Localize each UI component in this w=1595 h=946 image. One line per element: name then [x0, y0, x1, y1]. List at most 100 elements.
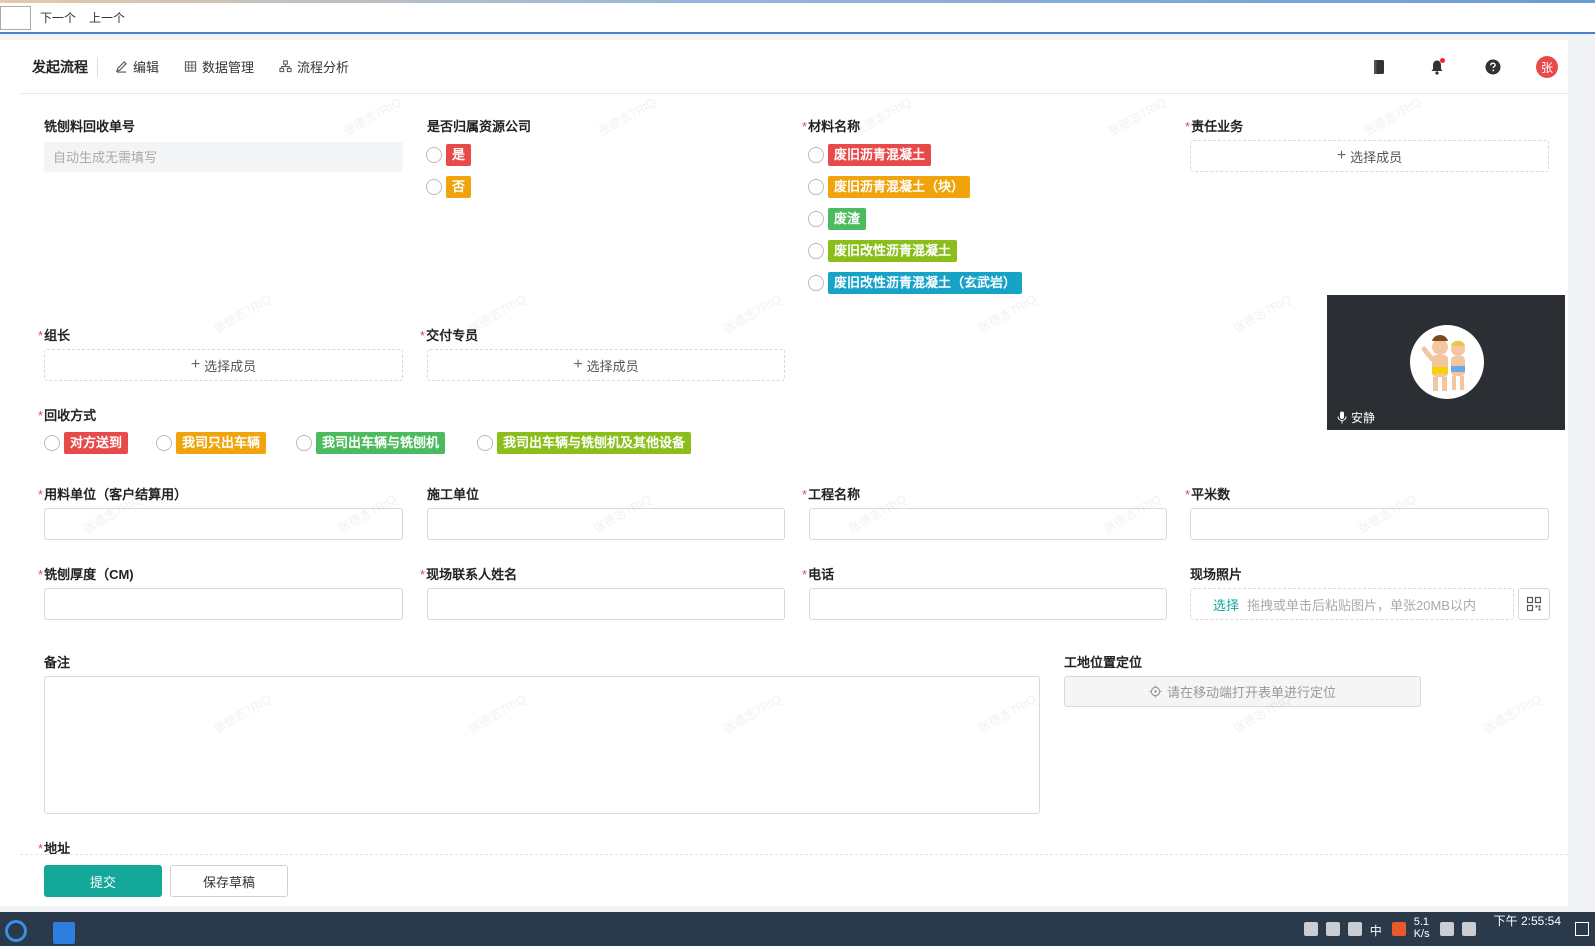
order-no-label: 铣刨料回收单号: [44, 119, 136, 134]
area-input[interactable]: [1190, 508, 1549, 540]
mic-icon: [1337, 411, 1347, 424]
qrcode-button[interactable]: [1518, 588, 1550, 620]
phone-input[interactable]: [809, 588, 1167, 620]
find-prev-button[interactable]: 上一个: [89, 9, 125, 26]
radio-material-5[interactable]: [808, 275, 824, 291]
help-icon[interactable]: [1484, 58, 1502, 76]
remark-label: 备注: [44, 655, 71, 670]
belong-label: 是否归属资源公司: [427, 119, 532, 134]
radio-recycle-3[interactable]: [296, 435, 312, 451]
plus-icon: +: [1336, 147, 1347, 164]
nav-flow-analysis[interactable]: 流程分析: [279, 57, 349, 76]
location-button[interactable]: 请在移动端打开表单进行定位: [1064, 676, 1421, 707]
project-input[interactable]: [809, 508, 1167, 540]
form-body: 铣刨料回收单号 自动生成无需填写 是否归属资源公司 是 否 *材料名称 废旧沥青…: [20, 94, 1568, 856]
photo-upload-hint: 拖拽或单击后粘贴图片，单张20MB以内: [1247, 597, 1476, 613]
material-option-5[interactable]: 废旧改性沥青混凝土（玄武岩）: [808, 272, 1023, 294]
radio-material-2[interactable]: [808, 179, 824, 195]
material-option-1[interactable]: 废旧沥青混凝土: [808, 144, 932, 166]
thickness-label: *铣刨厚度（CM): [38, 567, 134, 582]
radio-yes[interactable]: [426, 147, 442, 163]
tray-icon-a[interactable]: [1439, 922, 1454, 936]
page-title: 发起流程: [32, 56, 98, 77]
system-tray: 中 5.1 K/s 下午 2:55:54: [1303, 912, 1595, 946]
submit-button[interactable]: 提交: [44, 865, 162, 897]
tag-material-4: 废旧改性沥青混凝土: [828, 240, 958, 262]
flow-icon: [279, 60, 292, 73]
photo-choose-link[interactable]: 选择: [1213, 595, 1239, 614]
video-call-window[interactable]: 安静: [1327, 295, 1565, 430]
field-area: *平米数: [1185, 486, 1230, 504]
leader-select-member-button[interactable]: + 选择成员: [44, 349, 403, 381]
recycle-option-4[interactable]: 我司出车辆与铣刨机及其他设备: [477, 432, 692, 454]
app-taskbar-icon[interactable]: [53, 922, 75, 944]
plus-icon: +: [573, 356, 583, 373]
radio-recycle-2[interactable]: [156, 435, 172, 451]
field-material: *材料名称: [802, 118, 860, 136]
belong-option-no[interactable]: 否: [426, 176, 472, 198]
header-actions: 张: [1370, 40, 1568, 94]
field-constructor: 施工单位: [427, 486, 479, 504]
tag-recycle-1: 对方送到: [64, 432, 129, 454]
field-remark: 备注: [44, 654, 70, 672]
find-bar: 下一个 上一个: [0, 3, 1595, 34]
edit-icon: [115, 61, 127, 73]
recycle-option-3[interactable]: 我司出车辆与铣刨机: [296, 432, 446, 454]
app-tray-icon[interactable]: [1391, 922, 1406, 936]
nav-edit-label: 编辑: [133, 60, 160, 75]
radio-material-3[interactable]: [808, 211, 824, 227]
show-desktop-icon[interactable]: [1575, 922, 1589, 936]
field-project: *工程名称: [802, 486, 860, 504]
area-label: *平米数: [1185, 487, 1231, 502]
form-footer: 提交 保存草稿: [20, 854, 1568, 906]
plus-icon: +: [190, 356, 201, 373]
nav-edit[interactable]: 编辑: [115, 57, 159, 76]
radio-no[interactable]: [426, 179, 442, 195]
delivery-select-member-button[interactable]: + 选择成员: [427, 349, 785, 381]
radio-material-4[interactable]: [808, 243, 824, 259]
material-option-4[interactable]: 废旧改性沥青混凝土: [808, 240, 958, 262]
start-icon[interactable]: [5, 920, 27, 942]
bell-icon[interactable]: [1428, 58, 1446, 76]
taskbar: 中 5.1 K/s 下午 2:55:54: [0, 912, 1595, 946]
find-input[interactable]: [0, 5, 31, 30]
customer-input[interactable]: [44, 508, 403, 540]
project-label: *工程名称: [802, 487, 861, 502]
ime-indicator[interactable]: 中: [1370, 922, 1382, 939]
battery-icon[interactable]: [1325, 922, 1340, 936]
save-draft-button[interactable]: 保存草稿: [170, 865, 288, 897]
recycle-option-1[interactable]: 对方送到: [44, 432, 129, 454]
radio-material-1[interactable]: [808, 147, 824, 163]
tray-icon-b[interactable]: [1461, 922, 1476, 936]
constructor-input[interactable]: [427, 508, 785, 540]
network-icon[interactable]: [1303, 922, 1318, 936]
table-icon: [184, 61, 197, 72]
field-order-no: 铣刨料回收单号: [44, 118, 135, 136]
qrcode-icon: [1526, 596, 1542, 612]
radio-recycle-4[interactable]: [477, 435, 493, 451]
remark-textarea[interactable]: [44, 676, 1040, 814]
volume-icon[interactable]: [1347, 922, 1362, 936]
recycle-label: *回收方式: [38, 408, 97, 423]
radio-recycle-1[interactable]: [44, 435, 60, 451]
material-option-3[interactable]: 废渣: [808, 208, 867, 230]
belong-option-yes[interactable]: 是: [426, 144, 472, 166]
photo-upload-area[interactable]: 选择 拖拽或单击后粘贴图片，单张20MB以内: [1190, 588, 1514, 620]
find-next-button[interactable]: 下一个: [40, 9, 76, 26]
book-icon[interactable]: [1370, 58, 1388, 76]
phone-label: *电话: [802, 567, 835, 582]
tag-material-2: 废旧沥青混凝土（块）: [828, 176, 971, 198]
constructor-label: 施工单位: [427, 487, 480, 502]
field-belong: 是否归属资源公司: [427, 118, 531, 136]
avatar[interactable]: 张: [1536, 56, 1558, 78]
thickness-input[interactable]: [44, 588, 403, 620]
contact-input[interactable]: [427, 588, 785, 620]
nav-data-management[interactable]: 数据管理: [184, 57, 254, 76]
recycle-option-2[interactable]: 我司只出车辆: [156, 432, 267, 454]
tag-recycle-2: 我司只出车辆: [176, 432, 267, 454]
duty-label: *责任业务: [1185, 119, 1244, 134]
material-option-2[interactable]: 废旧沥青混凝土（块）: [808, 176, 971, 198]
delivery-label: *交付专员: [420, 328, 479, 343]
duty-select-member-button[interactable]: + 选择成员: [1190, 140, 1549, 172]
participant-avatar: [1410, 325, 1484, 399]
